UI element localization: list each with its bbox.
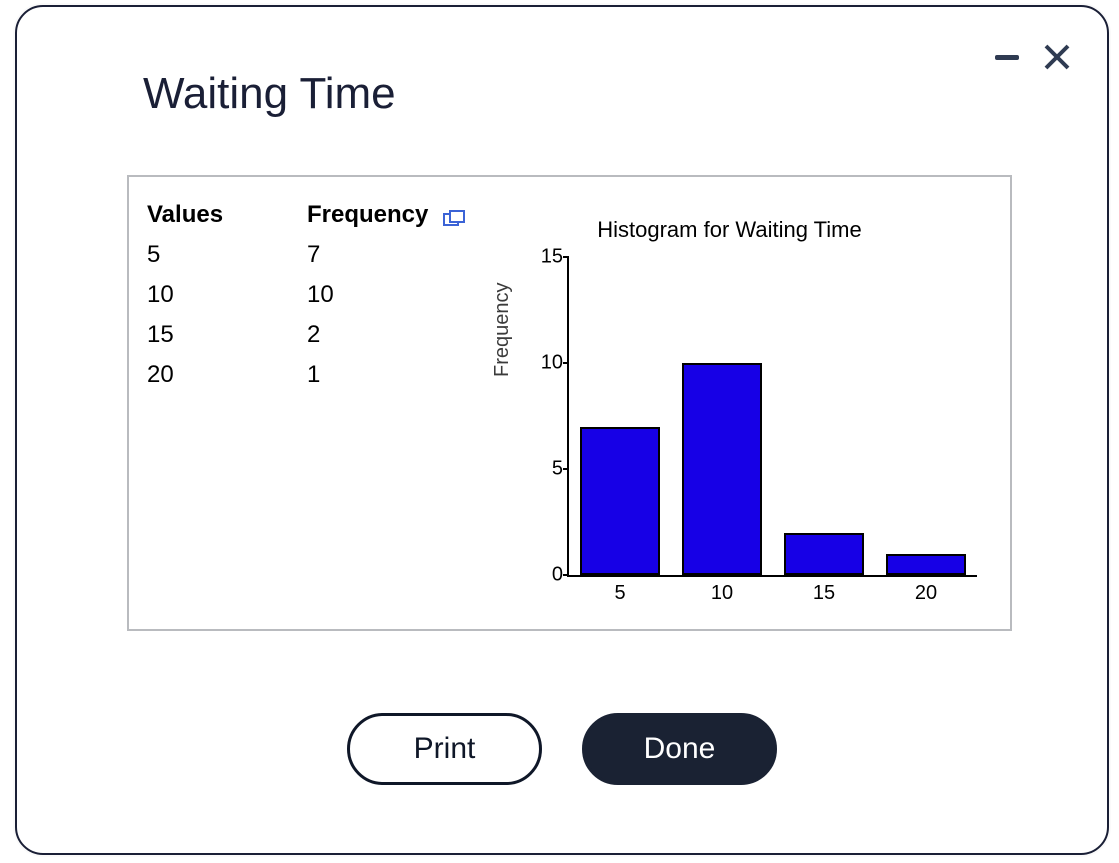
histogram-bar [784,533,864,575]
y-tick-label: 5 [529,458,563,481]
y-axis-label: Frequency [491,283,514,378]
frequency-table: Values Frequency 5 7 10 10 [129,177,489,629]
x-tick-label: 15 [813,582,835,605]
window-controls [995,43,1071,71]
table-cell-value: 15 [147,315,307,355]
table-cell-value: 10 [147,275,307,315]
histogram-bar [886,554,966,575]
y-tick-label: 15 [529,246,563,269]
chart-title: Histogram for Waiting Time [489,217,970,243]
page-title: Waiting Time [143,69,396,119]
table-cell-freq: 1 [307,355,467,395]
y-tick-label: 10 [529,352,563,375]
x-tick-label: 10 [711,582,733,605]
x-tick-label: 5 [614,582,625,605]
table-cell-value: 20 [147,355,307,395]
close-icon[interactable] [1043,43,1071,71]
chart-area: Histogram for Waiting Time Frequency 051… [489,177,1010,629]
table-header-values: Values [147,195,307,235]
table-row: 5 7 [147,235,489,275]
table-row: 20 1 [147,355,489,395]
table-header-frequency: Frequency [307,195,467,235]
table-row: 10 10 [147,275,489,315]
x-tick-label: 20 [915,582,937,605]
histogram-bar [682,363,762,575]
dialog: Waiting Time Values Frequency 5 7 [15,5,1109,855]
table-row: 15 2 [147,315,489,355]
table-header-row: Values Frequency [147,195,489,235]
minimize-icon[interactable] [995,55,1019,60]
table-cell-freq: 7 [307,235,467,275]
y-tick-label: 0 [529,564,563,587]
done-button[interactable]: Done [582,713,777,785]
table-header-frequency-label: Frequency [307,201,428,228]
copy-icon[interactable] [443,207,465,234]
content-panel: Values Frequency 5 7 10 10 [127,175,1012,631]
table-cell-value: 5 [147,235,307,275]
histogram-plot: 0510155101520 [567,257,977,577]
histogram-bar [580,427,660,575]
print-button[interactable]: Print [347,713,542,785]
table-cell-freq: 2 [307,315,467,355]
dialog-buttons: Print Done [17,713,1107,785]
table-cell-freq: 10 [307,275,467,315]
